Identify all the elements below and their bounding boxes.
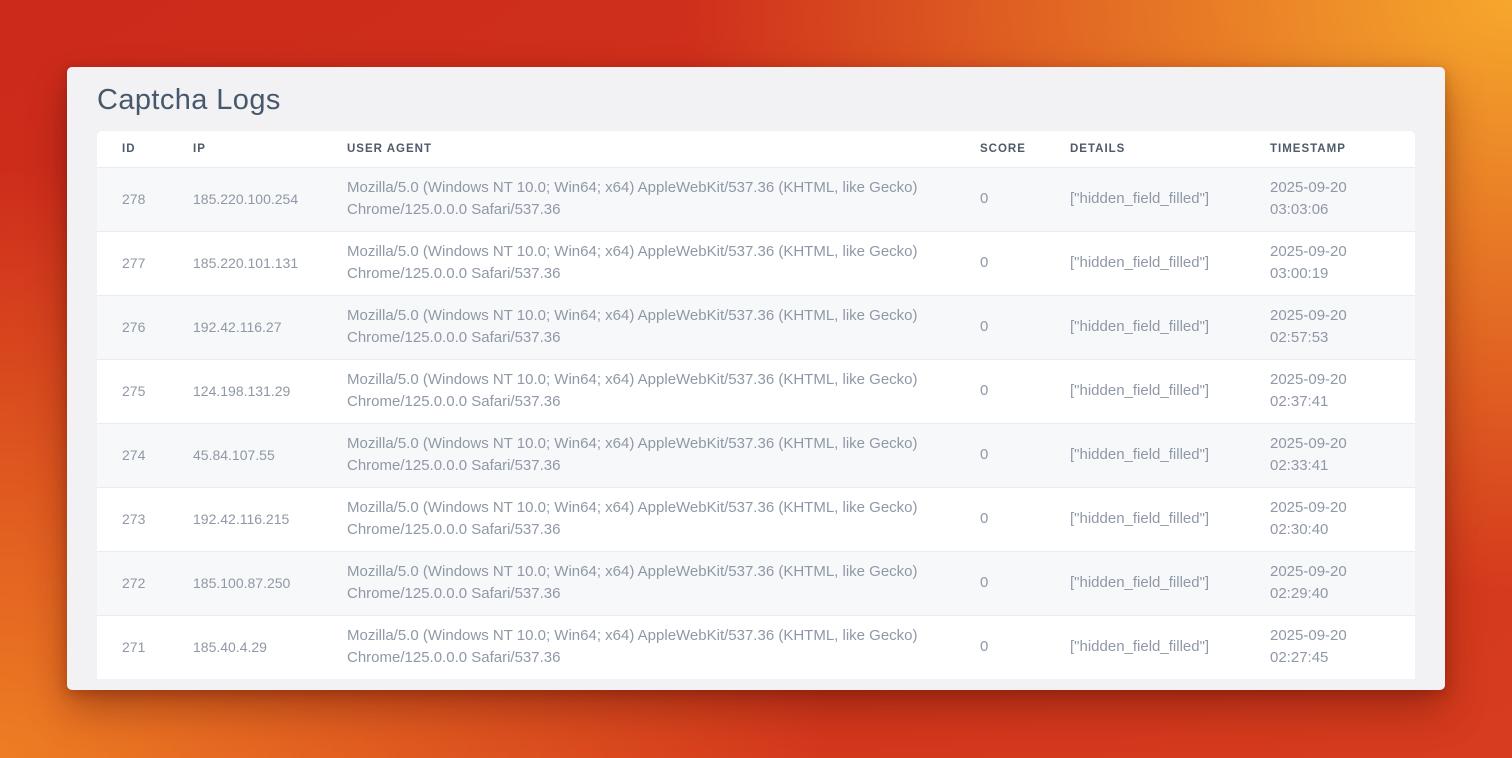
cell-score: 0 xyxy=(980,551,1070,615)
table-row: 275 124.198.131.29 Mozilla/5.0 (Windows … xyxy=(97,359,1415,423)
cell-id: 278 xyxy=(97,167,193,231)
cell-details: ["hidden_field_filled"] xyxy=(1070,615,1270,679)
cell-user-agent: Mozilla/5.0 (Windows NT 10.0; Win64; x64… xyxy=(347,295,980,359)
page-title: Captcha Logs xyxy=(97,82,1415,118)
cell-id: 272 xyxy=(97,551,193,615)
column-header-user-agent: USER AGENT xyxy=(347,131,980,167)
column-header-ip: IP xyxy=(193,131,347,167)
cell-ip: 185.100.87.250 xyxy=(193,551,347,615)
cell-timestamp: 2025-09-20 03:00:19 xyxy=(1270,231,1415,295)
cell-ip: 192.42.116.27 xyxy=(193,295,347,359)
cell-score: 0 xyxy=(980,487,1070,551)
cell-details: ["hidden_field_filled"] xyxy=(1070,231,1270,295)
cell-user-agent: Mozilla/5.0 (Windows NT 10.0; Win64; x64… xyxy=(347,231,980,295)
cell-ip: 185.40.4.29 xyxy=(193,615,347,679)
cell-score: 0 xyxy=(980,231,1070,295)
cell-timestamp: 2025-09-20 02:33:41 xyxy=(1270,423,1415,487)
cell-timestamp: 2025-09-20 03:03:06 xyxy=(1270,167,1415,231)
cell-timestamp: 2025-09-20 02:57:53 xyxy=(1270,295,1415,359)
cell-details: ["hidden_field_filled"] xyxy=(1070,423,1270,487)
cell-details: ["hidden_field_filled"] xyxy=(1070,167,1270,231)
table-row: 272 185.100.87.250 Mozilla/5.0 (Windows … xyxy=(97,551,1415,615)
column-header-details: DETAILS xyxy=(1070,131,1270,167)
table-row: 274 45.84.107.55 Mozilla/5.0 (Windows NT… xyxy=(97,423,1415,487)
cell-id: 277 xyxy=(97,231,193,295)
table-row: 273 192.42.116.215 Mozilla/5.0 (Windows … xyxy=(97,487,1415,551)
cell-score: 0 xyxy=(980,167,1070,231)
cell-score: 0 xyxy=(980,615,1070,679)
cell-user-agent: Mozilla/5.0 (Windows NT 10.0; Win64; x64… xyxy=(347,359,980,423)
cell-score: 0 xyxy=(980,295,1070,359)
cell-ip: 185.220.101.131 xyxy=(193,231,347,295)
cell-user-agent: Mozilla/5.0 (Windows NT 10.0; Win64; x64… xyxy=(347,167,980,231)
cell-timestamp: 2025-09-20 02:29:40 xyxy=(1270,551,1415,615)
cell-id: 274 xyxy=(97,423,193,487)
cell-details: ["hidden_field_filled"] xyxy=(1070,551,1270,615)
table-row: 276 192.42.116.27 Mozilla/5.0 (Windows N… xyxy=(97,295,1415,359)
cell-ip: 124.198.131.29 xyxy=(193,359,347,423)
table-row: 277 185.220.101.131 Mozilla/5.0 (Windows… xyxy=(97,231,1415,295)
cell-ip: 185.220.100.254 xyxy=(193,167,347,231)
table-header: ID IP USER AGENT SCORE DETAILS TIMESTAMP xyxy=(97,131,1415,167)
cell-user-agent: Mozilla/5.0 (Windows NT 10.0; Win64; x64… xyxy=(347,487,980,551)
cell-id: 276 xyxy=(97,295,193,359)
cell-timestamp: 2025-09-20 02:37:41 xyxy=(1270,359,1415,423)
cell-timestamp: 2025-09-20 02:30:40 xyxy=(1270,487,1415,551)
cell-user-agent: Mozilla/5.0 (Windows NT 10.0; Win64; x64… xyxy=(347,615,980,679)
cell-timestamp: 2025-09-20 02:27:45 xyxy=(1270,615,1415,679)
cell-id: 271 xyxy=(97,615,193,679)
cell-details: ["hidden_field_filled"] xyxy=(1070,295,1270,359)
captcha-logs-table: ID IP USER AGENT SCORE DETAILS TIMESTAMP… xyxy=(97,131,1415,679)
cell-id: 275 xyxy=(97,359,193,423)
table-body: 278 185.220.100.254 Mozilla/5.0 (Windows… xyxy=(97,167,1415,679)
captcha-logs-card: Captcha Logs ID IP USER AGENT SCORE DETA… xyxy=(67,67,1445,690)
cell-score: 0 xyxy=(980,423,1070,487)
cell-id: 273 xyxy=(97,487,193,551)
captcha-logs-table-container: ID IP USER AGENT SCORE DETAILS TIMESTAMP… xyxy=(97,131,1415,679)
table-row: 271 185.40.4.29 Mozilla/5.0 (Windows NT … xyxy=(97,615,1415,679)
column-header-timestamp: TIMESTAMP xyxy=(1270,131,1415,167)
cell-ip: 45.84.107.55 xyxy=(193,423,347,487)
cell-user-agent: Mozilla/5.0 (Windows NT 10.0; Win64; x64… xyxy=(347,423,980,487)
cell-score: 0 xyxy=(980,359,1070,423)
cell-ip: 192.42.116.215 xyxy=(193,487,347,551)
cell-user-agent: Mozilla/5.0 (Windows NT 10.0; Win64; x64… xyxy=(347,551,980,615)
cell-details: ["hidden_field_filled"] xyxy=(1070,487,1270,551)
page-background: { "page": { "title": "Captcha Logs" }, "… xyxy=(0,0,1512,758)
cell-details: ["hidden_field_filled"] xyxy=(1070,359,1270,423)
column-header-score: SCORE xyxy=(980,131,1070,167)
column-header-id: ID xyxy=(97,131,193,167)
table-row: 278 185.220.100.254 Mozilla/5.0 (Windows… xyxy=(97,167,1415,231)
